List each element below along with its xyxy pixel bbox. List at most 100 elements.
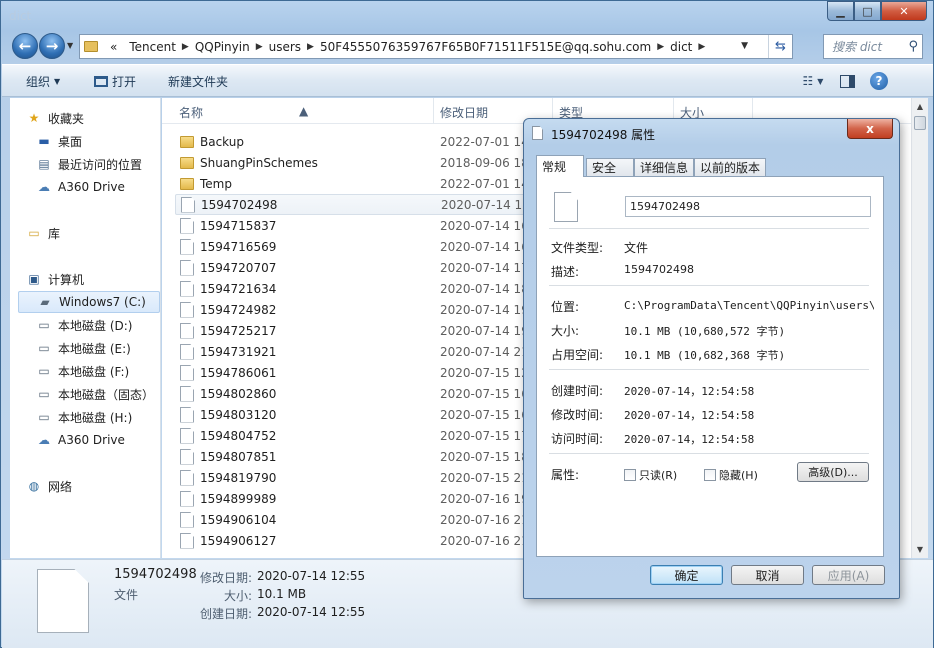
table-row[interactable]: 1594819790 2020-07-15 21 [175, 467, 575, 488]
table-row[interactable]: 1594720707 2020-07-14 17 [175, 257, 575, 278]
file-modified-date: 2020-07-14 21 [440, 344, 529, 359]
nav-network[interactable]: ◍ 网络 [26, 475, 176, 497]
breadcrumb-user-folder[interactable]: 50F4555076359767F65B0F71511F515E@qq.sohu… [320, 40, 651, 54]
column-name[interactable]: 名称 [179, 104, 203, 121]
search-icon[interactable]: ⚲ [908, 39, 918, 54]
chevron-down-icon: ▼ [817, 76, 824, 86]
breadcrumb-qqpinyin[interactable]: QQPinyin [195, 40, 250, 54]
modified-value: 2020-07-14，12:54:58 [624, 409, 755, 422]
address-bar[interactable]: « Tencent ▶ QQPinyin ▶ users ▶ 50F455507… [79, 34, 793, 59]
file-modified-date: 2020-07-14 17 [440, 260, 529, 275]
nav-drive-c[interactable]: ▰ Windows7 (C:) [18, 291, 160, 313]
file-name: Backup [200, 134, 244, 149]
tab-previous-versions[interactable]: 以前的版本 [694, 158, 766, 176]
address-dropdown-icon[interactable]: ▼ [741, 41, 748, 51]
table-row[interactable]: 1594906104 2020-07-16 21 [175, 509, 575, 530]
details-size-label: 大小: [223, 589, 252, 603]
system-drive-icon: ▰ [40, 295, 50, 309]
help-button[interactable]: ? [870, 72, 888, 90]
advanced-button[interactable]: 高级(D)... [797, 462, 869, 482]
details-modified-label: 修改日期: [199, 571, 252, 585]
nav-drive-d-label: 本地磁盘 (D:) [58, 318, 133, 333]
ok-button[interactable]: 确定 [650, 565, 723, 585]
table-row[interactable]: 1594731921 2020-07-14 21 [175, 341, 575, 362]
breadcrumb-dict[interactable]: dict [670, 40, 692, 54]
search-input[interactable]: 搜索 dict ⚲ [823, 34, 923, 59]
breadcrumb-users[interactable]: users [269, 40, 301, 54]
breadcrumb-separator-icon[interactable]: ▶ [698, 42, 705, 52]
nav-libraries[interactable]: ▭ 库 [26, 222, 176, 244]
organize-menu[interactable]: 组织 ▼ [26, 73, 64, 90]
change-view-button[interactable]: ☷ ▼ [802, 71, 824, 91]
search-placeholder: 搜索 dict [832, 40, 883, 54]
table-row[interactable]: 1594906127 2020-07-16 21 [175, 530, 575, 551]
breadcrumb-separator-icon[interactable]: ▶ [256, 42, 263, 52]
table-row[interactable]: 1594724982 2020-07-14 19 [175, 299, 575, 320]
table-row[interactable]: 1594721634 2020-07-14 18 [175, 278, 575, 299]
table-row[interactable]: 1594899989 2020-07-16 19 [175, 488, 575, 509]
close-button[interactable]: ✕ [881, 1, 927, 21]
new-folder-button[interactable]: 新建文件夹 [168, 73, 228, 90]
breadcrumb-separator-icon[interactable]: ▶ [307, 42, 314, 52]
scroll-thumb[interactable] [914, 116, 926, 130]
readonly-checkbox[interactable]: 只读(R) [624, 467, 677, 483]
table-row[interactable]: Temp 2022-07-01 14 [175, 173, 575, 194]
file-name-field[interactable]: 1594702498 [625, 196, 871, 217]
file-name: ShuangPinSchemes [200, 155, 318, 170]
tab-general[interactable]: 常规 [536, 155, 584, 177]
scroll-down-icon[interactable]: ▼ [912, 541, 928, 558]
cancel-button[interactable]: 取消 [731, 565, 804, 585]
maximize-button[interactable]: □ [854, 1, 881, 21]
file-modified-date: 2020-07-16 21 [440, 512, 529, 527]
column-modified[interactable]: 修改日期 [440, 104, 488, 121]
nav-desktop-label: 桌面 [58, 134, 83, 149]
forward-button[interactable]: → [39, 33, 65, 59]
table-row[interactable]: 1594803120 2020-07-15 16 [175, 404, 575, 425]
scroll-up-icon[interactable]: ▲ [912, 98, 928, 115]
close-icon: ✕ [899, 4, 909, 18]
table-row[interactable]: ShuangPinSchemes 2018-09-06 18 [175, 152, 575, 173]
breadcrumb-overflow[interactable]: « [110, 40, 117, 54]
back-button[interactable]: ← [12, 33, 38, 59]
file-modified-date: 2022-07-01 14 [440, 134, 529, 149]
table-row[interactable]: 1594804752 2020-07-15 17 [175, 425, 575, 446]
file-icon [180, 280, 194, 297]
file-modified-date: 2020-07-15 18 [440, 449, 529, 464]
checkbox-box[interactable] [624, 469, 636, 481]
column-divider[interactable] [433, 98, 434, 124]
maximize-icon: □ [862, 4, 873, 18]
table-row[interactable]: 1594807851 2020-07-15 18 [175, 446, 575, 467]
file-modified-date: 2018-09-06 18 [440, 155, 529, 170]
nav-network-label: 网络 [48, 479, 73, 494]
apply-button[interactable]: 应用(A) [812, 565, 885, 585]
preview-pane-button[interactable] [836, 71, 858, 91]
navigation-bar: ← → ▼ « Tencent ▶ QQPinyin ▶ users ▶ 50F… [9, 32, 927, 60]
nav-favorites[interactable]: ★ 收藏夹 [26, 107, 176, 129]
folder-icon [84, 41, 98, 52]
table-row[interactable]: Backup 2022-07-01 14 [175, 131, 575, 152]
table-row[interactable]: 1594716569 2020-07-14 16 [175, 236, 575, 257]
table-row[interactable]: 1594802860 2020-07-15 16 [175, 383, 575, 404]
breadcrumb-separator-icon[interactable]: ▶ [657, 42, 664, 52]
open-button[interactable]: 打开 [94, 73, 136, 90]
tab-details[interactable]: 详细信息 [634, 158, 694, 176]
table-row[interactable]: 1594725217 2020-07-14 19 [175, 320, 575, 341]
checkbox-box[interactable] [704, 469, 716, 481]
dialog-close-button[interactable]: x [847, 119, 893, 139]
refresh-button[interactable]: ⇆ [768, 35, 792, 58]
window-title: dict [9, 9, 32, 23]
breadcrumb-tencent[interactable]: Tencent [129, 40, 176, 54]
table-row[interactable]: 1594786061 2020-07-15 12 [175, 362, 575, 383]
minimize-button[interactable]: ▁ [827, 1, 854, 21]
breadcrumb-separator-icon[interactable]: ▶ [182, 42, 189, 52]
minimize-icon: ▁ [836, 4, 845, 18]
table-row[interactable]: 1594702498 2020-07-14 12 [175, 194, 555, 215]
hidden-checkbox[interactable]: 隐藏(H) [704, 467, 758, 483]
file-icon [180, 322, 194, 339]
nav-computer[interactable]: ▣ 计算机 [26, 268, 176, 290]
table-row[interactable]: 1594715837 2020-07-14 16 [175, 215, 575, 236]
sort-ascending-icon: ▲ [299, 104, 309, 118]
recent-pages-dropdown[interactable]: ▼ [67, 41, 73, 50]
vertical-scrollbar[interactable]: ▲ ▼ [911, 98, 928, 558]
tab-security[interactable]: 安全 [586, 158, 634, 176]
